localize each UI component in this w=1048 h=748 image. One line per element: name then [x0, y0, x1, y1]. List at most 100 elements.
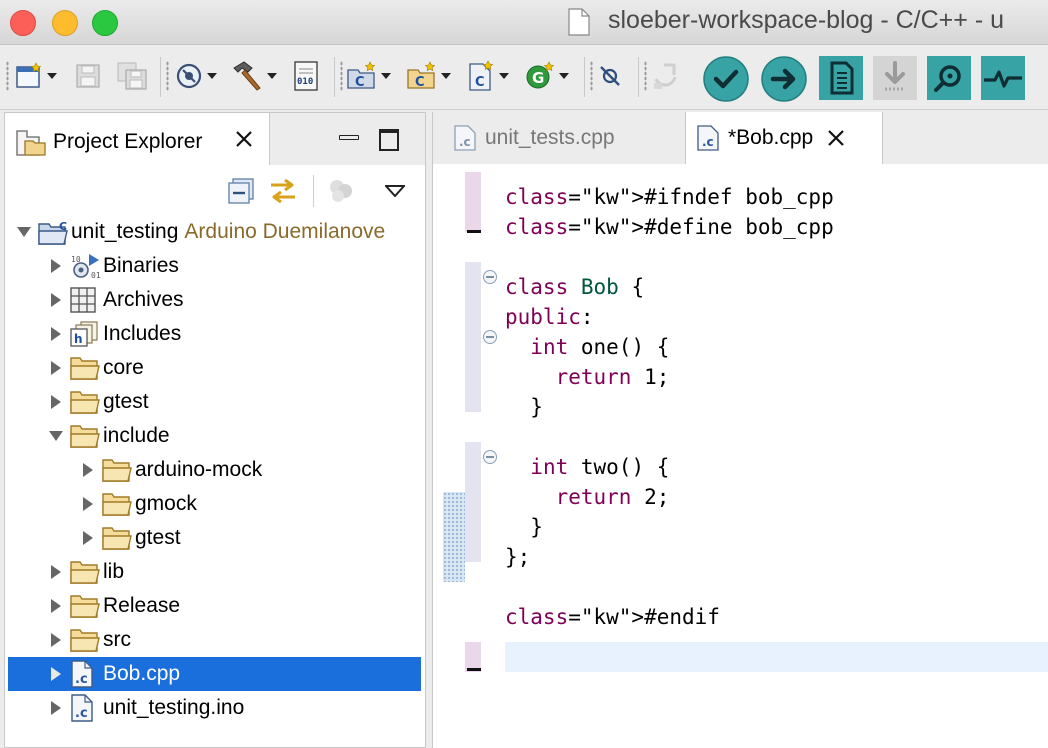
- tab-project-explorer[interactable]: Project Explorer: [5, 113, 270, 165]
- code-line: };: [505, 545, 531, 569]
- tree-item[interactable]: h Includes: [5, 317, 421, 351]
- tree-item[interactable]: 10 01 Binaries: [5, 249, 421, 283]
- build-settings-icon: [176, 63, 202, 89]
- code-line: public:: [505, 305, 594, 329]
- tree-item[interactable]: gtest: [5, 521, 421, 555]
- new-source-folder-button[interactable]: C: [406, 59, 451, 93]
- build-button[interactable]: [230, 59, 277, 93]
- folder-icon: [101, 489, 135, 519]
- code-line: return 2;: [555, 485, 670, 509]
- dropdown-arrow-icon[interactable]: [499, 73, 509, 79]
- dropdown-arrow-icon[interactable]: [267, 73, 277, 79]
- tree-item-label: Binaries: [103, 254, 179, 277]
- toolbar-grip[interactable]: [6, 61, 9, 91]
- chevron-right-icon[interactable]: [47, 257, 65, 275]
- close-icon[interactable]: [233, 128, 255, 150]
- explorer-tab-strip: Project Explorer: [5, 113, 425, 165]
- tree-item[interactable]: src: [5, 623, 421, 657]
- collapse-all-icon[interactable]: [227, 177, 255, 205]
- chevron-right-icon[interactable]: [47, 325, 65, 343]
- close-icon[interactable]: [825, 127, 847, 149]
- refresh-button[interactable]: [650, 59, 682, 93]
- tree-item[interactable]: include: [5, 419, 421, 453]
- tree-item[interactable]: gmock: [5, 487, 421, 521]
- debug-button[interactable]: [596, 59, 624, 93]
- dropdown-arrow-icon[interactable]: [381, 73, 391, 79]
- program-icon[interactable]: [818, 55, 864, 101]
- serial-monitor-icon[interactable]: [926, 55, 972, 101]
- tab-bob-cpp[interactable]: .c *Bob.cpp: [685, 112, 883, 164]
- chevron-right-icon[interactable]: [47, 665, 65, 683]
- binaries-icon: 10 01: [69, 251, 103, 281]
- close-window-button[interactable]: [10, 10, 36, 36]
- tree-item[interactable]: core: [5, 351, 421, 385]
- svg-text:01: 01: [91, 271, 101, 280]
- new-button[interactable]: [14, 59, 57, 93]
- tree-item[interactable]: Cunit_testing Arduino Duemilanove: [5, 215, 421, 249]
- chevron-down-icon[interactable]: [47, 427, 65, 445]
- toolbar-grip[interactable]: [340, 61, 343, 91]
- tree-item[interactable]: .c unit_testing.ino: [5, 691, 421, 725]
- dropdown-arrow-icon[interactable]: [207, 73, 217, 79]
- chevron-right-icon[interactable]: [79, 529, 97, 547]
- upload-icon[interactable]: [760, 55, 808, 103]
- tree-item[interactable]: gtest: [5, 385, 421, 419]
- folder-icon: [69, 625, 103, 655]
- download-icon[interactable]: [872, 55, 918, 101]
- code-editor[interactable]: class="kw">#ifndef bob_cpp class="kw">#de…: [433, 164, 1048, 748]
- verify-icon[interactable]: [702, 55, 750, 103]
- view-menu-icon[interactable]: [385, 185, 405, 197]
- chevron-right-icon[interactable]: [79, 495, 97, 513]
- minimize-view-button[interactable]: [339, 135, 359, 140]
- tree-item-label: unit_testing: [71, 220, 179, 243]
- folder-icon: [101, 455, 135, 485]
- save-all-button[interactable]: [116, 59, 148, 93]
- chevron-down-icon[interactable]: [15, 223, 33, 241]
- explorer-tab-label: Project Explorer: [53, 130, 203, 153]
- dropdown-arrow-icon[interactable]: [47, 73, 57, 79]
- code-line: int two() {: [530, 455, 670, 479]
- save-icon: [76, 64, 100, 88]
- chevron-right-icon[interactable]: [47, 393, 65, 411]
- tree-item[interactable]: arduino-mock: [5, 453, 421, 487]
- link-with-editor-icon[interactable]: [267, 177, 299, 205]
- collapse-fold-icon[interactable]: [483, 330, 497, 344]
- focus-working-set-icon[interactable]: [325, 177, 357, 205]
- build-settings-button[interactable]: [174, 59, 217, 93]
- binary-button[interactable]: 010: [292, 59, 322, 93]
- svg-text:010: 010: [297, 77, 313, 87]
- dropdown-arrow-icon[interactable]: [441, 73, 451, 79]
- toolbar-grip[interactable]: [590, 61, 593, 91]
- chevron-right-icon[interactable]: [79, 461, 97, 479]
- chevron-right-icon[interactable]: [47, 699, 65, 717]
- save-button[interactable]: [74, 59, 102, 93]
- toolbar-grip[interactable]: [644, 61, 647, 91]
- collapse-fold-icon[interactable]: [483, 450, 497, 464]
- tree-item[interactable]: Archives: [5, 283, 421, 317]
- code-line: int one() {: [530, 335, 670, 359]
- chevron-right-icon[interactable]: [47, 563, 65, 581]
- tree-item-label: Release: [103, 594, 181, 617]
- chevron-right-icon[interactable]: [47, 597, 65, 615]
- tree-item[interactable]: .c Bob.cpp: [8, 657, 421, 691]
- chevron-right-icon[interactable]: [47, 291, 65, 309]
- collapse-fold-icon[interactable]: [483, 270, 497, 284]
- tree-item[interactable]: Release: [5, 589, 421, 623]
- serial-plotter-icon[interactable]: [980, 55, 1026, 101]
- minimize-window-button[interactable]: [52, 10, 78, 36]
- tree-item-label: gtest: [103, 390, 149, 413]
- dropdown-arrow-icon[interactable]: [559, 73, 569, 79]
- chevron-right-icon[interactable]: [47, 631, 65, 649]
- new-class-button[interactable]: G: [524, 59, 569, 93]
- new-c-project-button[interactable]: C: [346, 59, 391, 93]
- c-file-icon: .c: [696, 123, 728, 153]
- zoom-window-button[interactable]: [92, 10, 118, 36]
- new-c-file-button[interactable]: C: [466, 59, 509, 93]
- tree-item[interactable]: lib: [5, 555, 421, 589]
- svg-text:C: C: [415, 75, 425, 90]
- chevron-right-icon[interactable]: [47, 359, 65, 377]
- tab-unit-tests-cpp[interactable]: .c unit_tests.cpp: [443, 112, 615, 164]
- toolbar-grip[interactable]: [166, 61, 169, 91]
- tree-item-label: include: [103, 424, 170, 447]
- maximize-view-button[interactable]: [379, 129, 399, 151]
